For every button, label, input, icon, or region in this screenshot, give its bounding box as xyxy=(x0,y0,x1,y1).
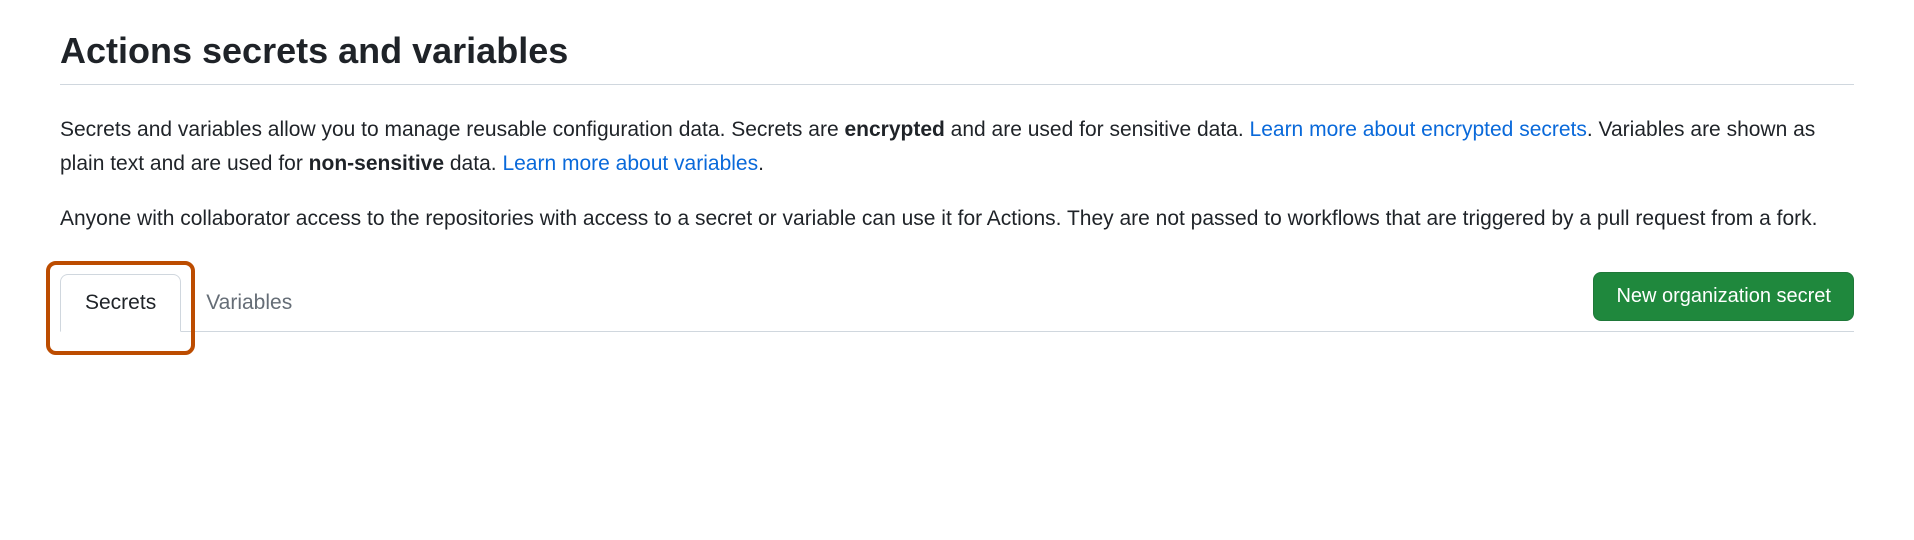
desc-text: data. xyxy=(444,152,502,175)
learn-more-variables-link[interactable]: Learn more about variables xyxy=(502,152,758,175)
desc-text: Secrets and variables allow you to manag… xyxy=(60,118,844,141)
desc-strong-nonsensitive: non-sensitive xyxy=(309,152,444,175)
description-paragraph-1: Secrets and variables allow you to manag… xyxy=(60,113,1854,180)
page-title: Actions secrets and variables xyxy=(60,30,1854,85)
description-paragraph-2: Anyone with collaborator access to the r… xyxy=(60,202,1854,236)
tab-row: Secrets Variables New organization secre… xyxy=(60,272,1854,332)
desc-strong-encrypted: encrypted xyxy=(844,118,944,141)
tab-variables[interactable]: Variables xyxy=(181,274,317,332)
description-block: Secrets and variables allow you to manag… xyxy=(60,113,1854,236)
tabs-container: Secrets Variables xyxy=(60,273,317,331)
desc-text: and are used for sensitive data. xyxy=(945,118,1250,141)
desc-text: . xyxy=(758,152,764,175)
new-organization-secret-button[interactable]: New organization secret xyxy=(1593,272,1854,321)
learn-more-secrets-link[interactable]: Learn more about encrypted secrets xyxy=(1250,118,1587,141)
tab-secrets[interactable]: Secrets xyxy=(60,274,181,332)
